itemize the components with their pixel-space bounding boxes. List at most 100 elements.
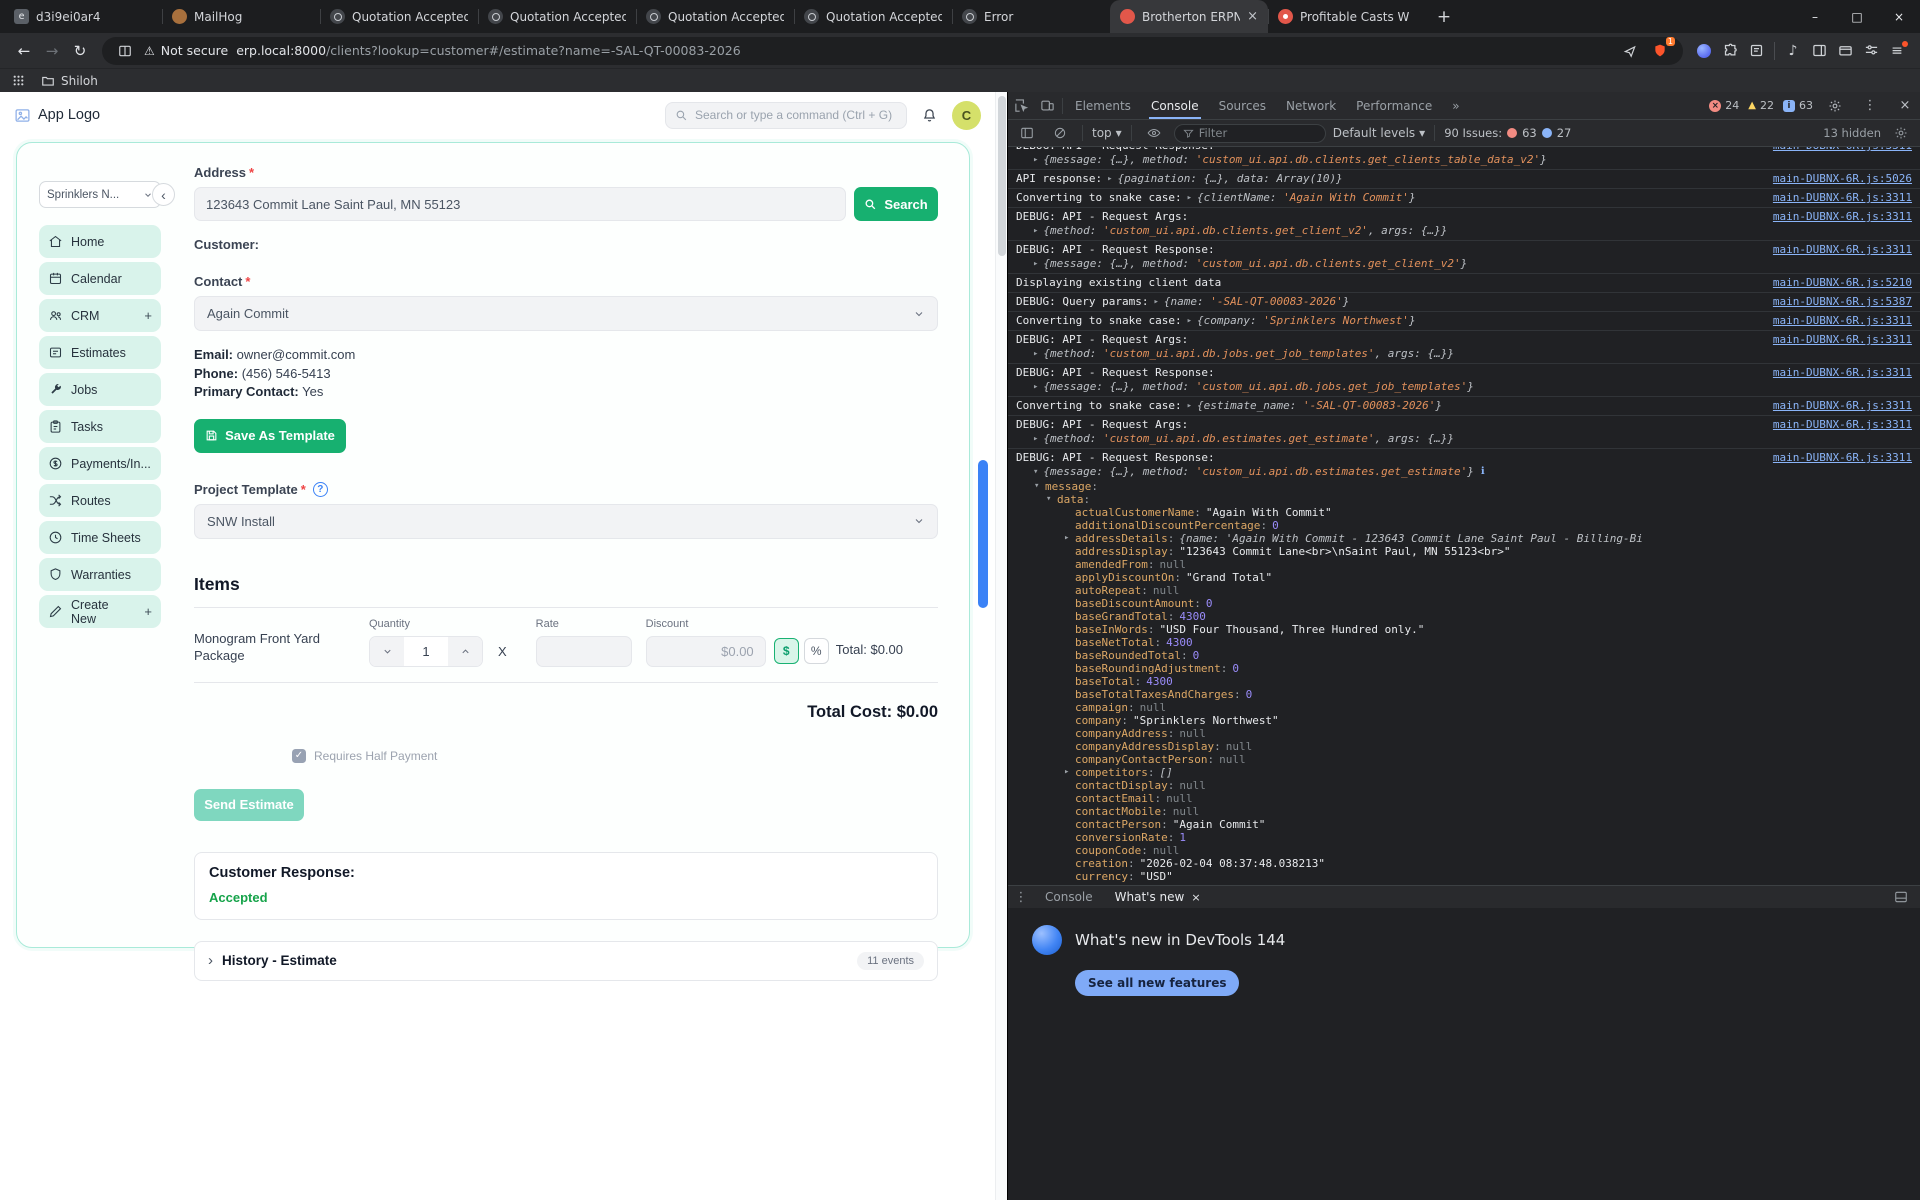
reload-button[interactable]: ↻ [66, 37, 94, 65]
console-source-link[interactable]: main-DUBNX-6R.js:3311 [1773, 418, 1912, 432]
settings-gear-icon[interactable] [1822, 93, 1848, 119]
console-entry[interactable]: Converting to snake case: ▸ {company: 'Spr… [1008, 311, 1920, 330]
console-entry[interactable]: DEBUG: API - Request Args: main-DUBNX-6R.… [1008, 207, 1920, 240]
browser-tab[interactable]: MailHog [162, 0, 320, 33]
forward-button[interactable]: → [38, 37, 66, 65]
window-close-button[interactable]: × [1878, 0, 1920, 33]
close-icon[interactable]: × [1191, 891, 1200, 904]
tab-close-icon[interactable]: × [1247, 9, 1258, 24]
console-source-link[interactable]: main-DUBNX-6R.js:3311 [1773, 451, 1912, 465]
console-filter-input[interactable]: Filter [1173, 123, 1326, 143]
clear-console-icon[interactable] [1047, 120, 1073, 146]
media-player-icon[interactable]: ♪ [1780, 38, 1806, 64]
issues-summary[interactable]: 90 Issues: 63 27 [1444, 126, 1571, 140]
tab-performance[interactable]: Performance [1346, 92, 1442, 119]
tab-sources[interactable]: Sources [1209, 92, 1276, 119]
browser-tab[interactable]: Brotherton ERPN × [1110, 0, 1268, 33]
console-source-link[interactable]: main-DUBNX-6R.js:3311 [1773, 191, 1912, 205]
bookmark-folder[interactable]: Shiloh [41, 74, 98, 88]
log-levels-select[interactable]: Default levels ▾ [1333, 126, 1425, 140]
reading-list-icon[interactable] [1743, 38, 1769, 64]
console-entry[interactable]: DEBUG: API - Request Response:main-DUBNX… [1008, 363, 1920, 396]
object-property[interactable]: baseRoundingAdjustment:0 [1016, 662, 1912, 675]
half-payment-checkbox[interactable]: ✓ [292, 748, 306, 763]
drawer-menu-icon[interactable]: ⋮ [1008, 884, 1034, 910]
sidebar-item-routes[interactable]: Routes [39, 484, 161, 517]
console-source-link[interactable]: main-DUBNX-6R.js:3311 [1773, 314, 1912, 328]
object-node[interactable]: ▾ data: [1016, 493, 1912, 506]
window-maximize-button[interactable]: □ [1836, 0, 1878, 33]
command-search-input[interactable]: Search or type a command (Ctrl + G) [665, 101, 907, 129]
console-entry[interactable]: Converting to snake case: ▸ {clientName: '… [1008, 188, 1920, 207]
company-select[interactable]: Sprinklers N... [39, 181, 161, 208]
more-options-icon[interactable]: ⋮ [1857, 93, 1883, 119]
console-source-link[interactable]: main-DUBNX-6R.js:3311 [1773, 333, 1912, 347]
console-source-link[interactable]: main-DUBNX-6R.js:5387 [1773, 295, 1912, 309]
address-bar[interactable]: ⚠ Not secure erp.local:8000/clients?look… [102, 36, 1683, 65]
more-tabs-icon[interactable]: » [1442, 92, 1469, 119]
console-source-link[interactable]: main-DUBNX-6R.js:3311 [1773, 243, 1912, 257]
tab-network[interactable]: Network [1276, 92, 1346, 119]
object-node[interactable]: ▾ message: [1016, 480, 1912, 493]
object-property[interactable]: company: "Sprinklers Northwest" [1016, 714, 1912, 727]
browser-tab[interactable]: Quotation Accepted [636, 0, 794, 33]
console-entry[interactable]: DEBUG: API - Request Response:main-DUBNX… [1008, 240, 1920, 273]
dock-panel-icon[interactable] [1888, 884, 1914, 910]
object-property[interactable]: contactMobile: null [1016, 805, 1912, 818]
settings-sliders-icon[interactable] [1858, 38, 1884, 64]
object-property[interactable]: couponCode: null [1016, 844, 1912, 857]
extension-avatar-icon[interactable] [1691, 38, 1717, 64]
app-logo[interactable]: App Logo [14, 107, 100, 124]
console-entry[interactable]: Displaying existing client data main-DUBN… [1008, 273, 1920, 292]
browser-tab[interactable]: e d3i9ei0ar4 [4, 0, 162, 33]
decrement-button[interactable] [370, 636, 404, 666]
object-property[interactable]: baseRoundedTotal:0 [1016, 649, 1912, 662]
address-input[interactable]: 123643 Commit Lane Saint Paul, MN 55123 [194, 187, 846, 221]
object-property[interactable]: companyContactPerson: null [1016, 753, 1912, 766]
help-icon[interactable]: ? [312, 481, 328, 497]
object-property[interactable]: baseInWords: "USD Four Thousand, Three Hu… [1016, 623, 1912, 636]
sidebar-collapse-button[interactable]: ‹ [152, 183, 175, 206]
object-property[interactable]: addressDisplay: "123643 Commit Lane<br>\n… [1016, 545, 1912, 558]
sidebar-item-tasks[interactable]: Tasks [39, 410, 161, 443]
quantity-value[interactable]: 1 [404, 637, 448, 666]
console-entry[interactable]: DEBUG: API - Request Args: main-DUBNX-6R.… [1008, 415, 1920, 448]
console-source-link[interactable]: main-DUBNX-6R.js:3311 [1773, 147, 1912, 153]
sidebar-item-home[interactable]: Home [39, 225, 161, 258]
browser-scrollbar[interactable] [995, 92, 1007, 1200]
scrollbar-thumb[interactable] [998, 96, 1006, 256]
address-search-button[interactable]: Search [854, 187, 938, 221]
new-tab-button[interactable]: + [1430, 3, 1458, 31]
chevron-right-icon[interactable]: › [208, 952, 213, 969]
console-entry[interactable]: API response: ▸ {pagination: {…}, data: Ar… [1008, 169, 1920, 188]
sidebar-item-payments[interactable]: Payments/In... [39, 447, 161, 480]
console-source-link[interactable]: main-DUBNX-6R.js:3311 [1773, 210, 1912, 224]
object-property[interactable]: applyDiscountOn: "Grand Total" [1016, 571, 1912, 584]
object-property[interactable]: autoRepeat: null [1016, 584, 1912, 597]
menu-icon[interactable]: ≡ [1884, 38, 1910, 64]
sidebar-item-estimates[interactable]: Estimates [39, 336, 161, 369]
sidebar-toggle-icon[interactable] [1806, 38, 1832, 64]
issues-count[interactable]: i 63 [1783, 99, 1813, 112]
console-entry[interactable]: DEBUG: Query params: ▸ {name: '-SAL-QT-000… [1008, 292, 1920, 311]
sidebar-item-time-sheets[interactable]: Time Sheets [39, 521, 161, 554]
context-selector[interactable]: top ▾ [1092, 126, 1122, 140]
error-count[interactable]: × 24 [1709, 99, 1739, 112]
split-view-icon[interactable] [114, 40, 136, 62]
add-icon[interactable]: + [144, 308, 152, 323]
add-icon[interactable]: + [144, 604, 152, 619]
hidden-messages-label[interactable]: 13 hidden [1823, 126, 1881, 140]
avatar[interactable]: C [952, 100, 981, 130]
console-source-link[interactable]: main-DUBNX-6R.js:5026 [1773, 172, 1912, 186]
sidebar-item-jobs[interactable]: Jobs [39, 373, 161, 406]
quantity-stepper[interactable]: 1 [369, 635, 483, 667]
window-minimize-button[interactable]: – [1794, 0, 1836, 33]
rate-input[interactable] [535, 635, 632, 667]
object-property[interactable]: additionalDiscountPercentage:0 [1016, 519, 1912, 532]
object-property[interactable]: baseTotalTaxesAndCharges:0 [1016, 688, 1912, 701]
console-entry[interactable]: DEBUG: API - Request Args: main-DUBNX-6R.… [1008, 330, 1920, 363]
console-settings-gear-icon[interactable] [1888, 120, 1914, 146]
brave-shield-icon[interactable]: 1 [1649, 36, 1675, 62]
close-devtools-icon[interactable]: × [1892, 93, 1918, 119]
browser-tab[interactable]: Quotation Accepted [320, 0, 478, 33]
